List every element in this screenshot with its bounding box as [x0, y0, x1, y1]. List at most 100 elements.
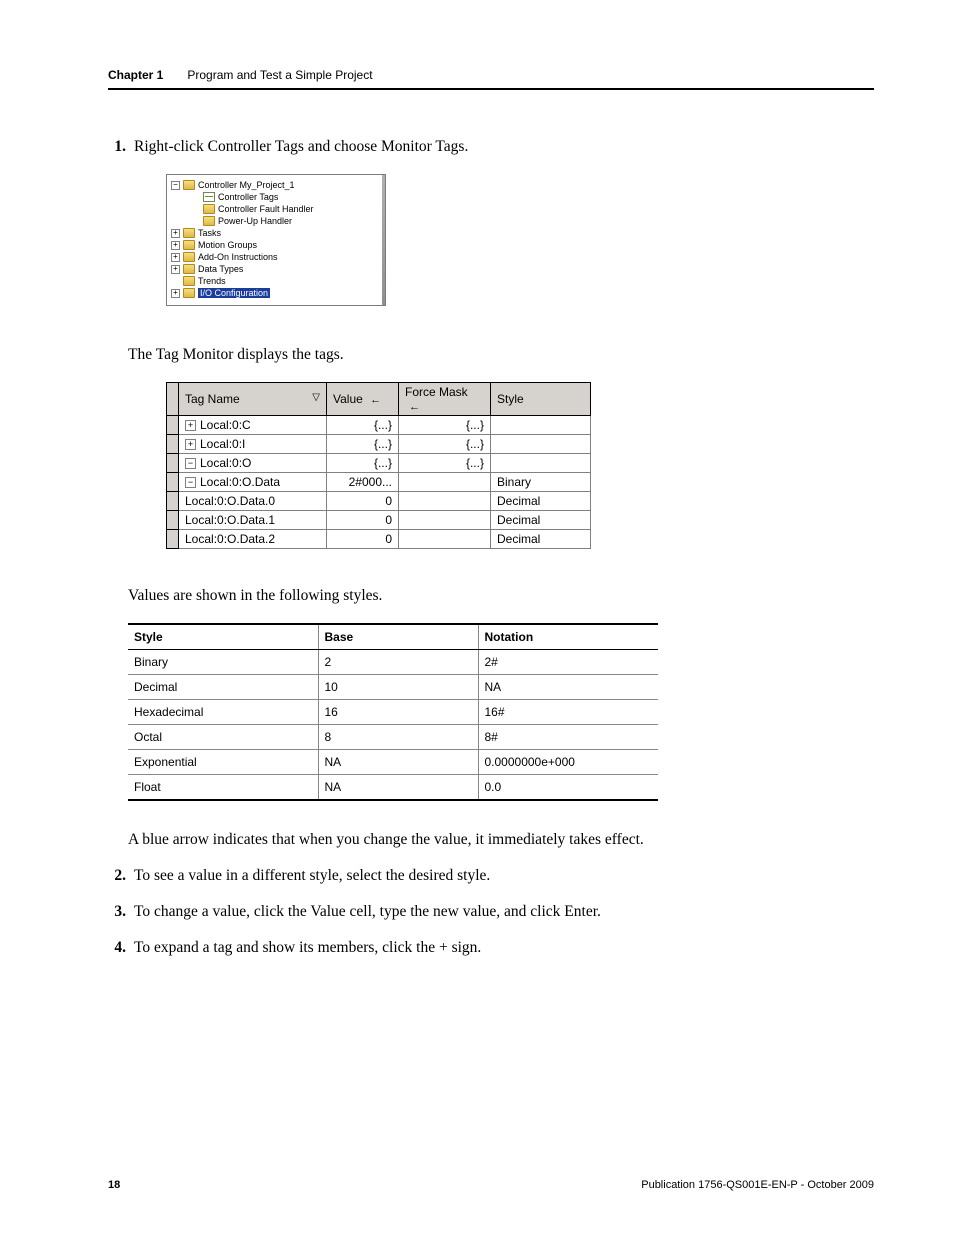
- cell-style: Binary: [128, 650, 318, 675]
- cell-style[interactable]: Binary: [491, 473, 591, 492]
- cell-notation: NA: [478, 675, 658, 700]
- tree-expand-icon[interactable]: +: [171, 253, 180, 262]
- col-header-force[interactable]: Force Mask ←: [399, 383, 491, 416]
- tree-expand-icon[interactable]: +: [171, 241, 180, 250]
- tree-node-motion-groups[interactable]: + Motion Groups: [169, 239, 383, 251]
- tree-expand-icon[interactable]: +: [171, 229, 180, 238]
- cell-style[interactable]: Decimal: [491, 530, 591, 549]
- cell-style[interactable]: [491, 416, 591, 435]
- folder-icon: [183, 240, 195, 250]
- cell-force[interactable]: [399, 530, 491, 549]
- tree-expand-icon[interactable]: −: [171, 181, 180, 190]
- chapter-title: Program and Test a Simple Project: [187, 68, 372, 82]
- row-header[interactable]: [167, 454, 179, 473]
- cell-force[interactable]: {...}: [399, 454, 491, 473]
- row-header[interactable]: [167, 511, 179, 530]
- tag-label: Local:0:O.Data: [200, 475, 280, 489]
- cell-style[interactable]: [491, 435, 591, 454]
- tree-node-addon-instructions[interactable]: + Add-On Instructions: [169, 251, 383, 263]
- collapse-icon[interactable]: −: [185, 458, 196, 469]
- collapse-icon[interactable]: −: [185, 477, 196, 488]
- tree-expand-icon[interactable]: +: [171, 289, 180, 298]
- cell-value[interactable]: 0: [327, 511, 399, 530]
- expand-icon[interactable]: +: [185, 420, 196, 431]
- table-row[interactable]: +Local:0:I {...} {...}: [167, 435, 591, 454]
- tree-spacer: [171, 277, 180, 286]
- cell-value[interactable]: 2#000...: [327, 473, 399, 492]
- step-number: 2.: [108, 867, 126, 885]
- tree-spacer: [191, 205, 200, 214]
- body-text: The Tag Monitor displays the tags.: [128, 346, 874, 364]
- cell-style: Float: [128, 775, 318, 801]
- table-row[interactable]: −Local:0:O.Data 2#000... Binary: [167, 473, 591, 492]
- tree-node-data-types[interactable]: + Data Types: [169, 263, 383, 275]
- cell-value[interactable]: {...}: [327, 454, 399, 473]
- sort-icon[interactable]: ▽: [312, 392, 320, 403]
- folder-open-icon: [183, 180, 195, 190]
- page-footer: 18 Publication 1756-QS001E-EN-P - Octobe…: [108, 1179, 874, 1191]
- cell-force[interactable]: [399, 492, 491, 511]
- col-header-notation: Notation: [478, 624, 658, 650]
- tree-node-powerup-handler[interactable]: Power-Up Handler: [169, 215, 383, 227]
- table-row: Hexadecimal 16 16#: [128, 700, 658, 725]
- col-label: Tag Name: [185, 392, 240, 406]
- col-label: Force Mask: [405, 385, 468, 399]
- col-header-tagname[interactable]: Tag Name ▽: [179, 383, 327, 416]
- tag-label: Local:0:O.Data.1: [185, 513, 275, 527]
- folder-icon: [203, 216, 215, 226]
- cell-tagname[interactable]: Local:0:O.Data.1: [179, 511, 327, 530]
- tree-label-selected: I/O Configuration: [198, 288, 270, 298]
- tag-label: Local:0:O.Data.0: [185, 494, 275, 508]
- table-row[interactable]: −Local:0:O {...} {...}: [167, 454, 591, 473]
- cell-tagname[interactable]: +Local:0:I: [179, 435, 327, 454]
- cell-tagname[interactable]: +Local:0:C: [179, 416, 327, 435]
- cell-value[interactable]: 0: [327, 492, 399, 511]
- cell-notation: 16#: [478, 700, 658, 725]
- cell-notation: 2#: [478, 650, 658, 675]
- cell-value[interactable]: {...}: [327, 435, 399, 454]
- cell-force[interactable]: {...}: [399, 435, 491, 454]
- cell-tagname[interactable]: −Local:0:O: [179, 454, 327, 473]
- chapter-label: Chapter 1: [108, 68, 163, 82]
- table-row: Float NA 0.0: [128, 775, 658, 801]
- row-header[interactable]: [167, 530, 179, 549]
- row-header[interactable]: [167, 473, 179, 492]
- cell-style[interactable]: [491, 454, 591, 473]
- tree-node-controller[interactable]: − Controller My_Project_1: [169, 179, 383, 191]
- project-tree: − Controller My_Project_1 Controller Tag…: [166, 174, 386, 306]
- cell-value[interactable]: 0: [327, 530, 399, 549]
- row-header[interactable]: [167, 416, 179, 435]
- col-header-style[interactable]: Style: [491, 383, 591, 416]
- cell-tagname[interactable]: Local:0:O.Data.0: [179, 492, 327, 511]
- cell-value[interactable]: {...}: [327, 416, 399, 435]
- cell-tagname[interactable]: −Local:0:O.Data: [179, 473, 327, 492]
- folder-icon: [183, 264, 195, 274]
- col-header-base: Base: [318, 624, 478, 650]
- tree-node-fault-handler[interactable]: Controller Fault Handler: [169, 203, 383, 215]
- col-header-value[interactable]: Value ←: [327, 383, 399, 416]
- table-row: Exponential NA 0.0000000e+000: [128, 750, 658, 775]
- table-row[interactable]: Local:0:O.Data.0 0 Decimal: [167, 492, 591, 511]
- step-2: 2. To see a value in a different style, …: [108, 867, 874, 885]
- tree-label: Controller Fault Handler: [218, 204, 314, 214]
- tree-node-tasks[interactable]: + Tasks: [169, 227, 383, 239]
- tree-label: Data Types: [198, 264, 243, 274]
- table-row[interactable]: Local:0:O.Data.1 0 Decimal: [167, 511, 591, 530]
- cell-tagname[interactable]: Local:0:O.Data.2: [179, 530, 327, 549]
- tree-node-trends[interactable]: Trends: [169, 275, 383, 287]
- tree-label: Controller My_Project_1: [198, 180, 295, 190]
- table-row[interactable]: +Local:0:C {...} {...}: [167, 416, 591, 435]
- table-row[interactable]: Local:0:O.Data.2 0 Decimal: [167, 530, 591, 549]
- tree-expand-icon[interactable]: +: [171, 265, 180, 274]
- cell-force[interactable]: {...}: [399, 416, 491, 435]
- expand-icon[interactable]: +: [185, 439, 196, 450]
- cell-style[interactable]: Decimal: [491, 511, 591, 530]
- row-header[interactable]: [167, 492, 179, 511]
- cell-style[interactable]: Decimal: [491, 492, 591, 511]
- cell-force[interactable]: [399, 511, 491, 530]
- cell-force[interactable]: [399, 473, 491, 492]
- tree-node-io-config[interactable]: + I/O Configuration: [169, 287, 383, 299]
- tree-node-tags[interactable]: Controller Tags: [169, 191, 383, 203]
- row-header[interactable]: [167, 435, 179, 454]
- folder-icon: [183, 228, 195, 238]
